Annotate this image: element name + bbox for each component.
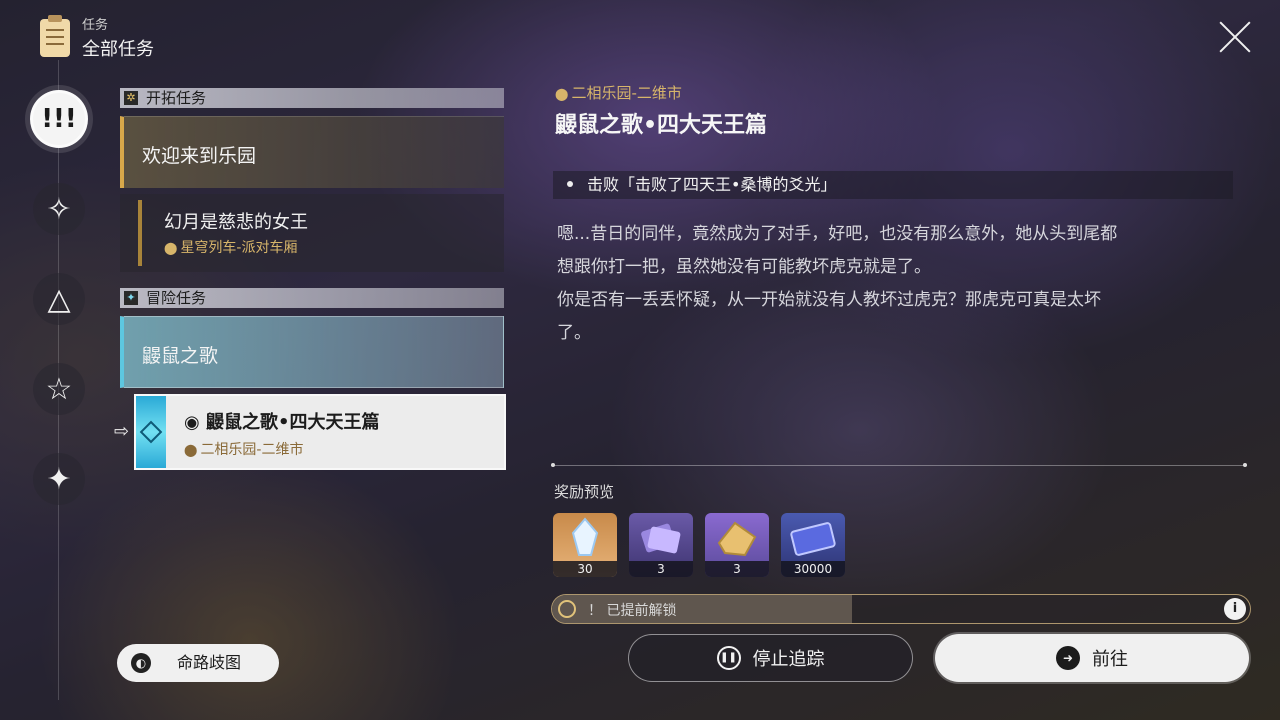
- path-map-button[interactable]: ◐ 命路歧图: [117, 644, 279, 682]
- planet-icon: ◐: [131, 653, 151, 673]
- detail-divider: [551, 463, 1247, 467]
- quest-subitem-selected[interactable]: ◉ 鼹鼠之歌•四大天王篇 ⬤ 二相乐园-二维市: [134, 394, 506, 470]
- close-icon[interactable]: [1218, 20, 1252, 54]
- stop-tracking-button[interactable]: ❚❚ 停止追踪: [628, 634, 913, 682]
- quest-subitem-location: ⬤ 星穹列车-派对车厢: [164, 237, 298, 257]
- quest-item-mole-song[interactable]: 鼹鼠之歌: [120, 316, 504, 388]
- reward-item[interactable]: 3: [705, 513, 769, 577]
- section-trailblaze: ✲ 开拓任务: [120, 88, 504, 108]
- nav-all-quests-button[interactable]: !!!: [30, 90, 88, 148]
- info-icon[interactable]: i: [1224, 598, 1246, 620]
- description-line: 想跟你打一把，虽然她没有可能教坏虎克就是了。: [557, 257, 931, 277]
- diamond-icon: [139, 420, 163, 444]
- description-line: 你是否有一丢丢怀疑，从一开始就没有人教坏过虎克？那虎克可真是太坏: [557, 290, 1101, 310]
- selected-arrow-icon: ⇨: [114, 421, 130, 442]
- location-pin-icon: ⬤: [184, 443, 198, 457]
- detail-location-text: 二相乐园-二维市: [571, 84, 682, 102]
- header-title: 全部任务: [82, 39, 154, 60]
- section-adventure: ✦ 冒险任务: [120, 288, 504, 308]
- bullet-icon: [567, 181, 573, 187]
- quest-title: 欢迎来到乐园: [142, 145, 257, 167]
- rewards-label: 奖励预览: [554, 483, 615, 501]
- reward-item[interactable]: 30: [553, 513, 617, 577]
- description-line: 了。: [557, 323, 591, 343]
- pause-icon: ❚❚: [716, 646, 741, 670]
- location-pin-icon: ⬤: [164, 241, 178, 255]
- path-map-label: 命路歧图: [176, 653, 241, 672]
- go-arrow-icon: ➜: [1056, 646, 1080, 670]
- unlock-text: ！ 已提前解锁: [588, 603, 677, 619]
- description-line: 嗯...昔日的同伴，竟然成为了对手，好吧，也没有那么意外，她从头到尾都: [557, 224, 1118, 244]
- quest-item-welcome[interactable]: 欢迎来到乐园: [120, 116, 504, 188]
- section-trailblaze-label: 开拓任务: [146, 89, 207, 107]
- quest-subitem-location-text: 星穹列车-派对车厢: [180, 240, 298, 256]
- nav-companion-button[interactable]: △: [33, 273, 85, 325]
- detail-description: 嗯...昔日的同伴，竟然成为了对手，好吧，也没有那么意外，她从头到尾都 想跟你打…: [557, 218, 1217, 350]
- detail-objective: 击败「击败了四天王•桑博的爻光」: [553, 171, 1233, 199]
- quest-subitem-moon-queen[interactable]: 幻月是慈悲的女王 ⬤ 星穹列车-派对车厢: [120, 194, 504, 272]
- detail-objective-text: 击败「击败了四天王•桑博的爻光」: [587, 175, 837, 194]
- location-pin-icon: ⬤: [555, 87, 569, 101]
- quest-subitem-location-text: 二相乐园-二维市: [200, 442, 304, 458]
- rewards-list: 30 3 3 30000: [553, 513, 845, 577]
- nav-daily-button[interactable]: ✦: [33, 453, 85, 505]
- tracking-icon: ◉: [184, 412, 206, 433]
- selected-band: [136, 396, 166, 468]
- section-adventure-label: 冒险任务: [146, 289, 207, 307]
- reward-count: 30000: [781, 561, 845, 577]
- clipboard-icon: [40, 14, 70, 57]
- unlock-progress-bar: ！ 已提前解锁 i: [551, 594, 1251, 624]
- quest-subitem-title: ◉ 鼹鼠之歌•四大天王篇: [184, 408, 380, 434]
- reward-count: 3: [629, 561, 693, 577]
- reward-item[interactable]: 3: [629, 513, 693, 577]
- nav-adventure-button[interactable]: ☆: [33, 363, 85, 415]
- crystal-icon: [571, 517, 599, 556]
- go-button[interactable]: ➜ 前往: [935, 634, 1249, 682]
- quest-title: 鼹鼠之歌: [142, 345, 219, 367]
- quest-subitem-location: ⬤ 二相乐园-二维市: [184, 439, 304, 459]
- adventure-section-icon: ✦: [124, 291, 138, 305]
- quest-subitem-title-text: 鼹鼠之歌•四大天王篇: [205, 412, 380, 433]
- tickets-icon: [641, 523, 681, 554]
- nav-trailblaze-button[interactable]: ✧: [33, 183, 85, 235]
- reward-count: 30: [553, 561, 617, 577]
- quest-subitem-bar: [138, 200, 142, 266]
- detail-title: 鼹鼠之歌•四大天王篇: [555, 113, 768, 138]
- stop-tracking-label: 停止追踪: [752, 649, 825, 670]
- quest-subitem-title: 幻月是慈悲的女王: [164, 212, 308, 233]
- trailblaze-section-icon: ✲: [124, 91, 138, 105]
- header-subtitle: 任务: [82, 18, 109, 33]
- go-label: 前往: [1092, 649, 1128, 670]
- header: 任务 全部任务: [40, 14, 154, 61]
- reward-count: 3: [705, 561, 769, 577]
- unlock-ring-icon: [558, 600, 576, 618]
- reward-item[interactable]: 30000: [781, 513, 845, 577]
- golden-material-icon: [717, 521, 757, 557]
- detail-location: ⬤ 二相乐园-二维市: [555, 82, 682, 103]
- credit-card-icon: [790, 522, 836, 556]
